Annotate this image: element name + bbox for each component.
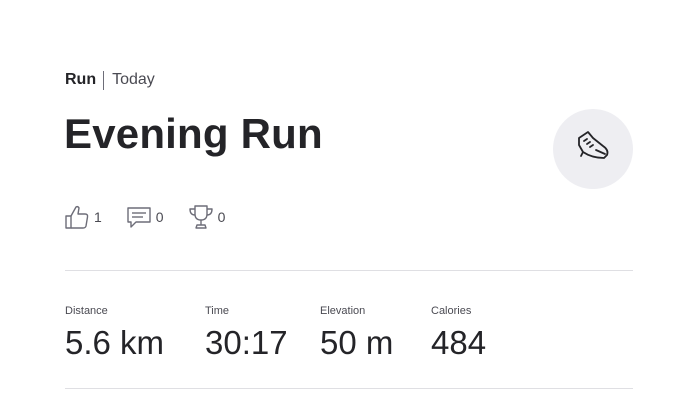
divider-bottom: [65, 388, 633, 389]
stat-value: 50 m: [320, 324, 394, 361]
stat-value: 30:17: [205, 324, 288, 361]
stat-value: 484: [431, 324, 487, 361]
stat-label: Elevation: [320, 305, 366, 317]
meta-separator: [103, 70, 105, 90]
comments-button[interactable]: 0: [126, 204, 164, 230]
social-actions: 1 0 0: [64, 203, 249, 231]
activity-meta: Run Today: [65, 70, 155, 90]
stat-label: Distance: [65, 305, 108, 317]
sport-type: Run: [65, 71, 97, 88]
activity-date: Today: [112, 71, 155, 88]
running-shoe-icon: [574, 128, 612, 171]
stat-value: 5.6 km: [65, 324, 165, 361]
stat-label: Calories: [431, 305, 472, 317]
stat-label: Time: [205, 305, 230, 317]
trophy-icon: [188, 204, 214, 230]
comment-icon: [126, 204, 152, 230]
comments-count: 0: [155, 209, 164, 225]
stat-time: Time 30:17: [205, 304, 288, 362]
kudos-button[interactable]: 1: [64, 204, 102, 230]
achievements-count: 0: [217, 209, 226, 225]
stat-distance: Distance 5.6 km: [65, 304, 164, 362]
kudos-count: 1: [94, 209, 102, 225]
activity-title: Evening Run: [64, 110, 323, 157]
divider-top: [65, 270, 633, 271]
stat-elevation: Elevation 50 m: [320, 304, 393, 362]
activity-card: Run Today Evening Run 1 0 0 Distance 5.6…: [0, 0, 697, 413]
thumbs-up-icon: [64, 204, 90, 230]
achievements-button[interactable]: 0: [188, 204, 226, 230]
stat-calories: Calories 484: [431, 304, 486, 362]
sport-badge: [553, 109, 633, 189]
